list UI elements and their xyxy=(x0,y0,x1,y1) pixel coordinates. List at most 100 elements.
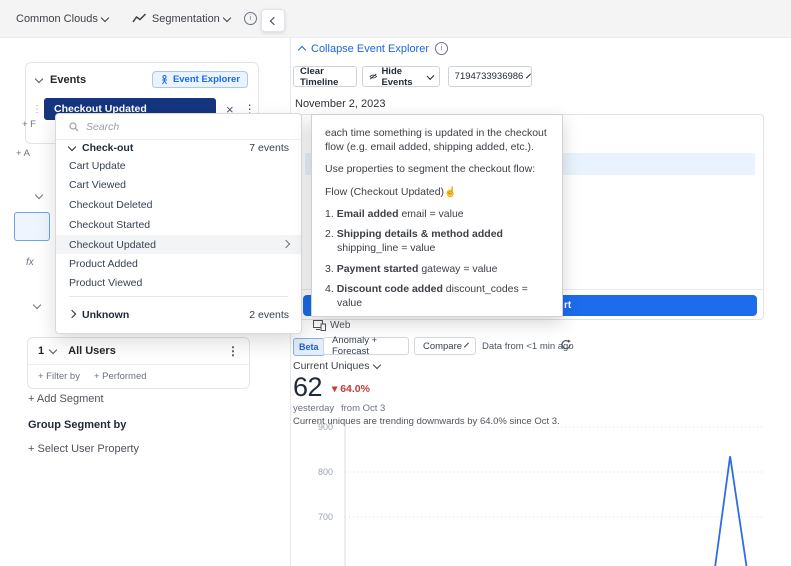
project-name: Common Clouds xyxy=(16,12,98,25)
metric-label: Current Uniques xyxy=(293,360,370,372)
series-line xyxy=(714,456,748,566)
dropdown-search-input[interactable]: Search xyxy=(56,114,301,140)
dropdown-item[interactable]: Checkout Started xyxy=(56,215,301,234)
dropdown-group-unknown[interactable]: Unknown 2 events xyxy=(56,304,301,326)
beta-badge[interactable]: Beta xyxy=(293,338,325,356)
filter-by-fragment[interactable]: + F xyxy=(22,119,36,130)
add-event-fragment[interactable]: + A xyxy=(16,148,30,159)
metric-selector[interactable]: Current Uniques xyxy=(293,360,382,372)
clear-timeline-button[interactable]: Clear Timeline xyxy=(293,66,357,88)
user-id-label: 7194733936986 xyxy=(454,71,524,82)
compare-label: Compare xyxy=(422,340,463,352)
events-title: Events xyxy=(50,73,87,86)
popover-paragraph: Use properties to segment the checkout f… xyxy=(325,163,536,176)
event-explorer-button[interactable]: Event Explorer xyxy=(151,71,248,88)
segment-name[interactable]: All Users xyxy=(68,345,116,357)
chevron-down-icon[interactable] xyxy=(34,74,44,83)
segment-kebab-icon[interactable]: ⋮ xyxy=(227,344,239,358)
view-selector[interactable]: Segmentation xyxy=(132,13,232,25)
search-icon xyxy=(69,121,79,131)
chevron-down-icon xyxy=(373,360,382,370)
dropdown-item[interactable]: Checkout Deleted xyxy=(56,195,301,214)
top-bar: Common Clouds Segmentation i xyxy=(0,0,791,38)
info-icon[interactable]: i xyxy=(435,42,449,55)
popover-paragraph: each time something is updated in the ch… xyxy=(325,127,547,154)
view-name: Segmentation xyxy=(151,12,220,25)
performed-button[interactable]: + Performed xyxy=(94,371,147,382)
dropdown-group-checkout[interactable]: Check-out 7 events xyxy=(56,139,301,157)
item-label: Checkout Deleted xyxy=(69,198,153,211)
dropdown-item[interactable]: Cart Update xyxy=(56,156,301,175)
explorer-person-icon xyxy=(161,74,167,84)
group-count: 7 events xyxy=(249,142,289,154)
project-selector[interactable]: Common Clouds xyxy=(16,13,110,25)
popover-step: 3. Payment started gateway = value xyxy=(325,262,498,275)
segment-index: 1 xyxy=(38,345,45,357)
popover-step: 2. Shipping details & method added shipp… xyxy=(325,228,503,255)
event-description-popover: each time something is updated in the ch… xyxy=(311,114,563,317)
down-triangle-icon: ▾ xyxy=(332,383,338,395)
info-icon[interactable]: i xyxy=(243,12,257,25)
chevron-down-icon xyxy=(67,142,77,152)
devices-icon xyxy=(313,320,326,331)
chevron-up-icon xyxy=(297,45,307,54)
cursor-icon: ☝ xyxy=(444,186,457,198)
item-label: Product Added xyxy=(69,257,138,270)
chevron-down-icon xyxy=(100,13,110,22)
item-label: Cart Viewed xyxy=(69,178,127,191)
dropdown-item[interactable]: Product Viewed xyxy=(56,273,301,292)
user-id-selector[interactable]: 7194733936986 xyxy=(448,66,532,87)
hide-events-label: Hide Events xyxy=(381,65,413,88)
item-label: Checkout Updated xyxy=(69,238,156,251)
line-chart-icon xyxy=(132,13,146,23)
group-count: 2 events xyxy=(249,309,289,321)
popover-paragraph: Flow (Checkout Updated)☝ xyxy=(325,185,549,200)
compare-button[interactable]: Compare xyxy=(414,337,476,355)
chevron-down-icon[interactable] xyxy=(34,190,44,200)
popover-step: 4. Discount code added discount_codes = … xyxy=(325,282,528,309)
chevron-down-icon xyxy=(222,13,232,22)
search-placeholder: Search xyxy=(86,120,120,133)
drag-handle-icon[interactable]: ⋮⋮ xyxy=(32,104,51,115)
y-axis-tick-label: 700 xyxy=(318,512,333,522)
item-label: Cart Update xyxy=(69,159,126,172)
chevron-down-icon xyxy=(526,73,532,78)
button-label-fragment: rt xyxy=(564,300,572,311)
dropdown-item-highlighted[interactable]: Checkout Updated xyxy=(56,235,301,254)
item-label: Product Viewed xyxy=(69,276,143,289)
filter-by-button[interactable]: + Filter by xyxy=(38,371,80,382)
collapse-event-explorer-link[interactable]: Collapse Event Explorer i xyxy=(297,42,449,55)
refresh-icon[interactable] xyxy=(560,339,572,351)
add-segment-button[interactable]: + Add Segment xyxy=(28,393,104,405)
timeline-date: November 2, 2023 xyxy=(295,98,386,110)
metric-compare-from: from Oct 3 xyxy=(341,403,386,414)
group-label: Check-out xyxy=(82,142,134,154)
select-user-property-button[interactable]: + Select User Property xyxy=(28,443,139,455)
chevron-down-icon xyxy=(464,342,470,348)
web-label-text: Web xyxy=(330,320,351,331)
chevron-down-icon[interactable] xyxy=(32,300,42,310)
popover-flow-label: Flow (Checkout Updated) xyxy=(325,185,445,198)
anomaly-forecast-button[interactable]: Anomaly + Forecast xyxy=(323,335,409,357)
group-segment-by-label: Group Segment by xyxy=(28,419,127,431)
event-explorer-label: Event Explorer xyxy=(172,74,240,85)
metric-value: 62 xyxy=(293,372,323,402)
formula-fx-icon[interactable]: fx xyxy=(26,257,34,268)
hide-events-button[interactable]: Hide Events xyxy=(362,65,440,88)
y-axis-tick-label: 900 xyxy=(318,422,333,432)
chevron-down-icon[interactable] xyxy=(48,345,58,355)
chevron-down-icon xyxy=(426,71,435,80)
dropdown-item[interactable]: Product Added xyxy=(56,254,301,273)
collapse-panel-button[interactable] xyxy=(261,9,285,32)
metric-box-fragment[interactable] xyxy=(14,212,50,241)
app-screen: Common Clouds Segmentation i Events Even xyxy=(0,0,791,566)
collapse-label: Collapse Event Explorer xyxy=(311,42,430,55)
dropdown-item[interactable]: Cart Viewed xyxy=(56,175,301,194)
anomaly-label: Anomaly + Forecast xyxy=(332,335,378,357)
y-axis-tick-label: 800 xyxy=(318,467,333,477)
segment-card: 1 All Users ⋮ + Filter by + Performed xyxy=(27,337,250,389)
uniques-chart: 700 800 900 xyxy=(318,421,765,566)
chevron-right-icon xyxy=(67,309,77,319)
change-value: 64.0% xyxy=(340,383,370,395)
platform-web-label: Web xyxy=(313,320,350,331)
